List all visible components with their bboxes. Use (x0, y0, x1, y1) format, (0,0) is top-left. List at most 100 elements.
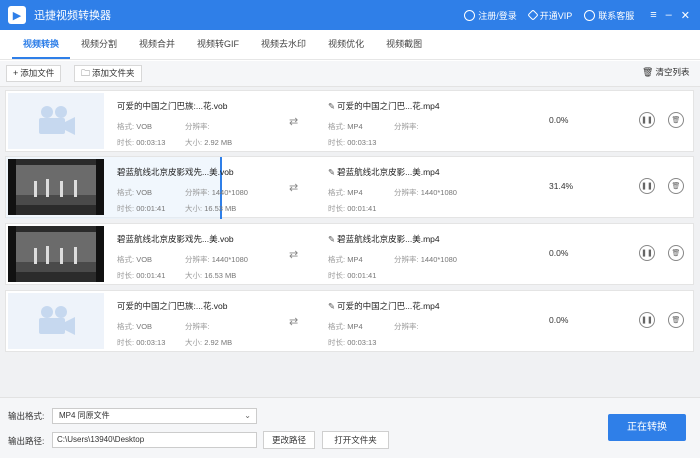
close-icon[interactable]: ✕ (681, 9, 690, 22)
pause-icon: ❚❚ (641, 117, 653, 124)
output-resolution-label: 分辨率: (394, 188, 419, 197)
source-format-value: VOB (136, 122, 153, 131)
feature-tabs: 视频转换 视频分割 视频合并 视频转GIF 视频去水印 视频优化 视频截图 (0, 30, 700, 60)
convert-button[interactable]: 正在转换 (608, 414, 686, 441)
service-label: 联系客服 (598, 10, 635, 21)
login-label: 注册/登录 (478, 10, 517, 21)
service-link[interactable]: 联系客服 (584, 9, 634, 22)
output-format-label: 输出格式: (8, 411, 45, 421)
source-duration-label: 时长: (117, 271, 135, 280)
output-resolution-value: 1440*1080 (420, 188, 457, 197)
user-icon (464, 9, 476, 21)
convert-arrow-icon: ⇄ (289, 116, 299, 128)
output-format-value: MP4 (347, 322, 363, 331)
source-resolution-label: 分辨率: (185, 188, 210, 197)
tab-remove-watermark[interactable]: 视频去水印 (250, 29, 317, 59)
pause-button[interactable]: ❚❚ (639, 245, 655, 261)
output-file-name[interactable]: ✎ 可爱的中国之门巴...花.mp4 (328, 300, 440, 312)
output-path-field[interactable]: C:\Users\13940\Desktop (52, 432, 257, 448)
output-duration-value: 00:03:13 (347, 138, 377, 147)
edit-pencil-icon[interactable]: ✎ (328, 301, 335, 311)
clear-list-label: 清空列表 (655, 67, 690, 77)
output-format-value: MP4 (347, 122, 363, 131)
source-resolution-label: 分辨率: (185, 322, 210, 331)
edit-pencil-icon[interactable]: ✎ (328, 167, 335, 177)
file-row[interactable]: 碧蓝航线北京皮影戏先...美.vob 格式: VOB 分辨率: 1440*1080 时… (5, 156, 694, 219)
add-folder-button[interactable]: 🗀 添加文件夹 (74, 65, 142, 82)
file-row[interactable]: 可爱的中国之门巴族:...花.vob 格式: VOB 分辨率: 时长: 00:03:… (5, 90, 694, 152)
output-file-name[interactable]: ✎ 碧蓝航线北京皮影...美.mp4 (328, 233, 440, 245)
pause-button[interactable]: ❚❚ (639, 312, 655, 328)
source-resolution-label: 分辨率: (185, 122, 210, 131)
clear-list-button[interactable]: 🗑 清空列表 (636, 65, 695, 82)
pause-icon: ❚❚ (641, 317, 653, 324)
pause-button[interactable]: ❚❚ (639, 112, 655, 128)
file-thumbnail (8, 293, 104, 349)
output-format-select[interactable]: MP4 同原文件 ⌄ (52, 408, 257, 424)
output-format-value: MP4 (347, 255, 363, 264)
output-format-label: 格式: (328, 322, 346, 331)
source-file-name: 碧蓝航线北京皮影戏先...美.vob (117, 167, 234, 177)
output-file-name-text: 碧蓝航线北京皮影...美.mp4 (337, 167, 440, 177)
output-format-value: MP4 同原文件 (59, 411, 110, 420)
source-duration-value: 00:03:13 (136, 338, 166, 347)
pause-button[interactable]: ❚❚ (639, 178, 655, 194)
minimize-icon[interactable]: – (666, 9, 672, 22)
change-path-button[interactable]: 更改路径 (263, 431, 315, 449)
file-row[interactable]: 可爱的中国之门巴族:...花.vob 格式: VOB 分辨率: 时长: 00:03:… (5, 290, 694, 352)
tab-video-screenshot[interactable]: 视频截图 (375, 29, 433, 59)
convert-arrow-icon: ⇄ (289, 182, 299, 194)
file-row[interactable]: 碧蓝航线北京皮影戏先...美.vob 格式: VOB 分辨率: 1440*1080 时… (5, 223, 694, 285)
output-file-name-text: 可爱的中国之门巴...花.mp4 (337, 301, 440, 311)
output-file-name[interactable]: ✎ 碧蓝航线北京皮影...美.mp4 (328, 166, 440, 178)
tab-video-to-gif[interactable]: 视频转GIF (186, 29, 250, 59)
source-format-label: 格式: (117, 255, 135, 264)
source-file-name: 碧蓝航线北京皮影戏先...美.vob (117, 234, 234, 244)
video-placeholder-icon (39, 306, 75, 335)
edit-pencil-icon[interactable]: ✎ (328, 234, 335, 244)
delete-button[interactable]: 🗑 (668, 245, 684, 261)
output-duration-label: 时长: (328, 271, 346, 280)
video-thumbnail-image (8, 226, 104, 282)
source-duration-value: 00:01:41 (136, 271, 166, 280)
output-duration-value: 00:03:13 (347, 338, 377, 347)
tab-video-optimize[interactable]: 视频优化 (317, 29, 375, 59)
open-folder-button[interactable]: 打开文件夹 (322, 431, 389, 449)
trash-icon: 🗑 (642, 67, 654, 77)
video-thumbnail-image (8, 159, 104, 215)
output-file-name[interactable]: ✎ 可爱的中国之门巴...花.mp4 (328, 100, 440, 112)
delete-button[interactable]: 🗑 (668, 112, 684, 128)
tab-video-merge[interactable]: 视频合并 (128, 29, 186, 59)
source-size-value: 16.53 MB (204, 271, 237, 280)
source-size-value: 2.92 MB (204, 138, 233, 147)
login-link[interactable]: 注册/登录 (464, 9, 517, 22)
source-format-label: 格式: (117, 322, 135, 331)
vip-link[interactable]: 开通VIP (527, 9, 572, 22)
add-folder-label: 添加文件夹 (92, 68, 135, 78)
progress-percent: 31.4% (549, 181, 574, 191)
edit-pencil-icon[interactable]: ✎ (328, 101, 335, 111)
diamond-icon (527, 9, 539, 21)
source-size-label: 大小: (185, 271, 203, 280)
file-thumbnail (8, 93, 104, 149)
file-thumbnail (8, 226, 104, 282)
output-duration-label: 时长: (328, 138, 346, 147)
app-title: 迅捷视频转换器 (34, 10, 111, 22)
tab-video-convert[interactable]: 视频转换 (12, 29, 71, 59)
add-file-label: 添加文件 (20, 68, 55, 78)
app-logo-icon: ▶ (8, 6, 26, 24)
delete-button[interactable]: 🗑 (668, 178, 684, 194)
progress-percent: 0.0% (549, 248, 569, 258)
trash-icon: 🗑 (671, 250, 681, 257)
source-file-name: 可爱的中国之门巴族:...花.vob (117, 101, 228, 111)
delete-button[interactable]: 🗑 (668, 312, 684, 328)
output-path-label: 输出路径: (8, 436, 45, 446)
output-file-name-text: 碧蓝航线北京皮影...美.mp4 (337, 234, 440, 244)
source-duration-label: 时长: (117, 204, 135, 213)
add-file-button[interactable]: + 添加文件 (6, 65, 62, 82)
source-duration-value: 00:03:13 (136, 138, 166, 147)
source-size-value: 2.92 MB (204, 338, 233, 347)
tab-video-split[interactable]: 视频分割 (70, 29, 128, 59)
output-file-name-text: 可爱的中国之门巴...花.mp4 (337, 101, 440, 111)
menu-icon[interactable]: ≡ (650, 9, 656, 22)
